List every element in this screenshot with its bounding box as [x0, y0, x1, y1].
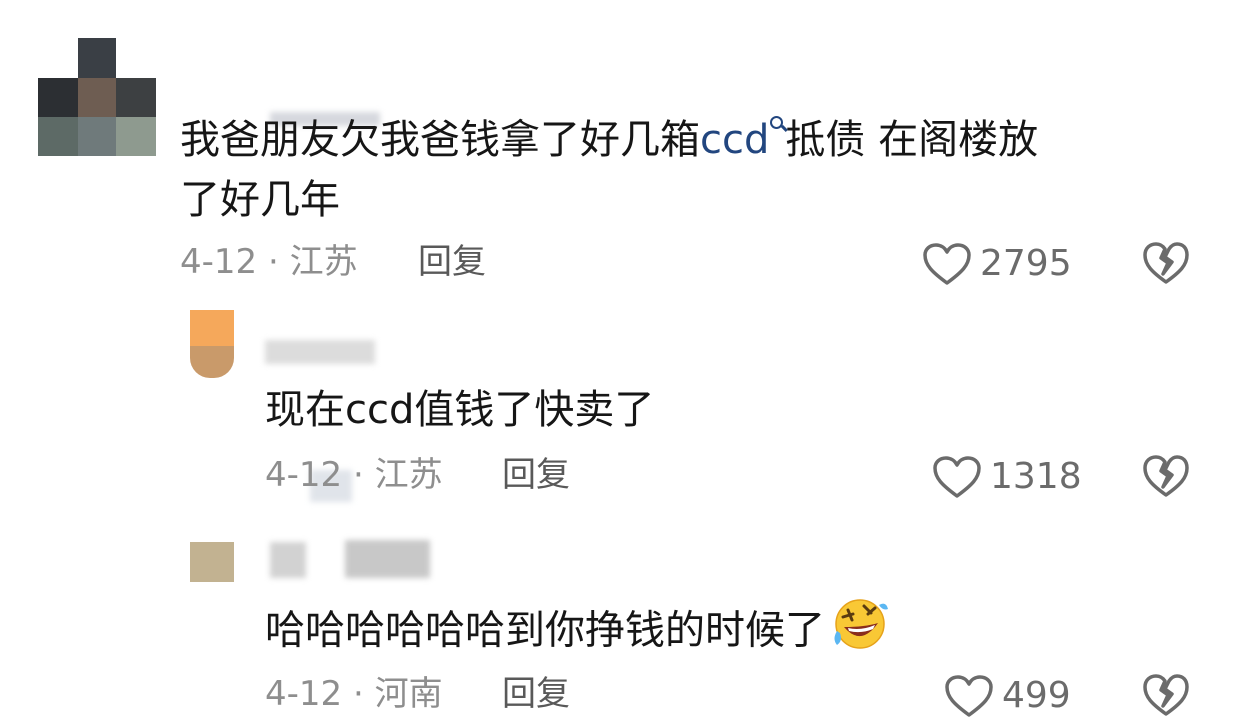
reply-button[interactable]: 回复: [418, 242, 486, 282]
reply-button[interactable]: 回复: [502, 455, 570, 495]
like-button[interactable]: 2795: [922, 242, 1072, 286]
broken-heart-icon: [1143, 674, 1189, 716]
date-location: 4-12 · 江苏: [180, 242, 358, 282]
search-keyword-link[interactable]: ccd: [700, 117, 769, 163]
broken-heart-icon: [1143, 242, 1189, 284]
comment-text-line: 了好几年: [180, 177, 340, 223]
dislike-button[interactable]: [1142, 453, 1190, 503]
like-count: 1318: [990, 456, 1082, 497]
comment-text: 我爸朋友欠我爸钱拿了好几箱ccd 抵债 在阁楼放: [180, 110, 1038, 170]
like-count: 499: [1002, 675, 1071, 716]
username-blurred: [265, 340, 375, 364]
heart-icon: [945, 675, 993, 717]
like-button[interactable]: 1318: [932, 455, 1082, 499]
like-count: 2795: [980, 243, 1072, 284]
comment-text-part: 抵债 在阁楼放: [785, 117, 1039, 163]
username-blurred: [270, 542, 306, 578]
username-blurred: [345, 540, 430, 578]
date-location: 4-12 · 河南: [265, 674, 443, 714]
like-button[interactable]: 499: [944, 674, 1071, 718]
comment-text-part: 我爸朋友欠我爸钱拿了好几箱: [180, 117, 700, 163]
heart-icon: [933, 456, 981, 498]
dislike-button[interactable]: [1142, 240, 1190, 290]
rolling-laughing-emoji-icon: [831, 597, 889, 668]
date-location: 4-12 · 江苏: [265, 455, 443, 495]
broken-heart-icon: [1143, 455, 1189, 497]
search-icon[interactable]: [769, 110, 789, 144]
avatar[interactable]: [190, 310, 234, 378]
comment-text-part: 哈哈哈哈哈哈到你挣钱的时候了: [265, 607, 825, 654]
avatar[interactable]: [38, 38, 156, 156]
avatar[interactable]: [190, 542, 234, 582]
heart-icon: [923, 243, 971, 285]
comment-text: 哈哈哈哈哈哈到你挣钱的时候了: [265, 597, 889, 668]
dislike-button[interactable]: [1142, 672, 1190, 722]
reply-button[interactable]: 回复: [502, 674, 570, 714]
comment-text: 现在ccd值钱了快卖了: [265, 387, 655, 433]
